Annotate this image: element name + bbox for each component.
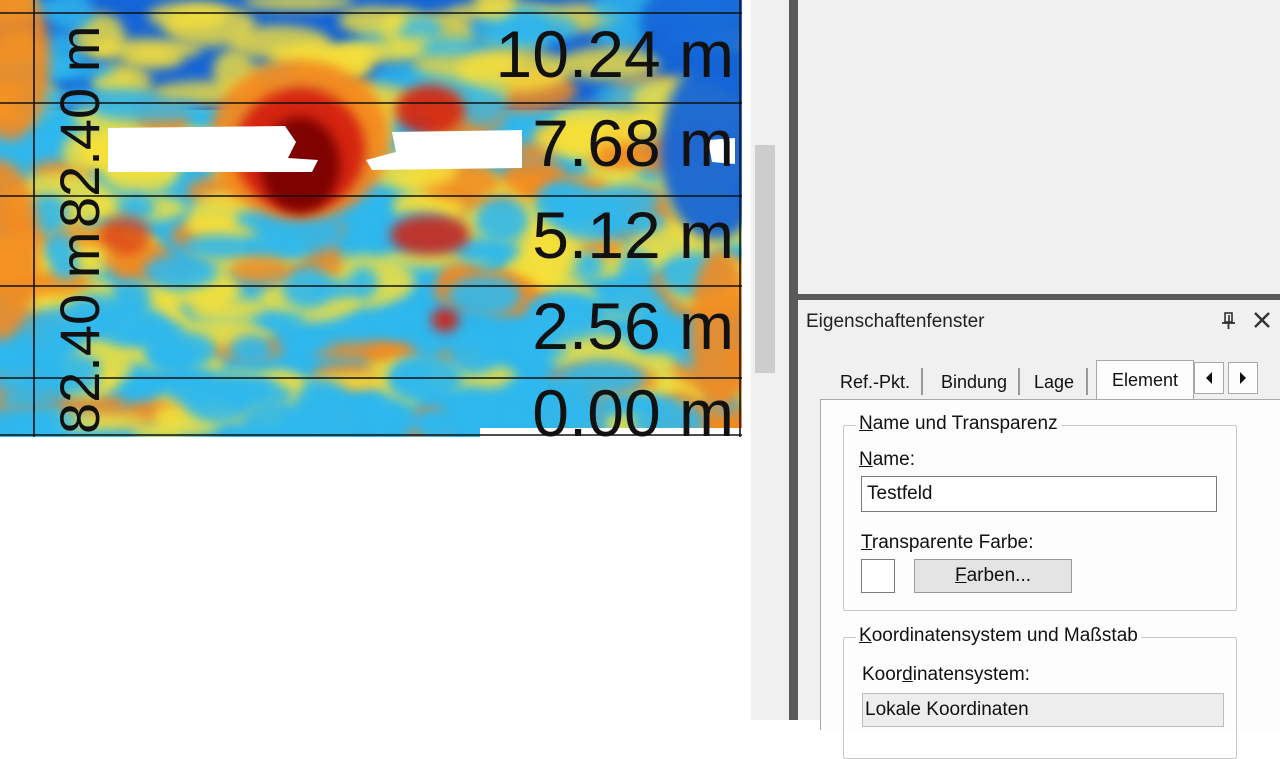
- legend-text: ame und Transparenz: [872, 413, 1058, 434]
- tab-element[interactable]: Element: [1096, 360, 1194, 401]
- arrow-right-icon: [1240, 372, 1246, 384]
- colors-button[interactable]: Farben...: [914, 559, 1072, 593]
- scale-label: 5.12 m: [532, 198, 734, 272]
- scale-label: 10.24 m: [496, 17, 734, 91]
- group-legend: Koordinatensystem und Maßstab: [856, 625, 1141, 647]
- white-mask-right: [366, 130, 522, 170]
- transparent-color-label: Transparente Farbe:: [861, 532, 1034, 554]
- legend-mnemonic: K: [859, 625, 872, 646]
- name-input[interactable]: [861, 476, 1217, 512]
- scale-label: 7.68 m: [532, 106, 734, 180]
- label-mnemonic: T: [861, 532, 872, 553]
- tab-separator: [921, 368, 923, 395]
- name-label: Name:: [859, 449, 915, 471]
- tab-content-element: Name und Transparenz Name: Transparente …: [820, 399, 1280, 759]
- vertical-scrollbar[interactable]: [751, 0, 779, 720]
- tab-separator: [1086, 368, 1088, 395]
- white-mask-left: [108, 126, 318, 172]
- vertical-splitter[interactable]: [789, 0, 798, 720]
- legend-mnemonic: N: [859, 413, 873, 434]
- label-mnemonic: d: [902, 664, 913, 685]
- label-text: ame:: [872, 449, 915, 470]
- arrow-left-icon: [1206, 372, 1212, 384]
- vertical-scale-label: 82.40 m: [48, 232, 111, 434]
- label-mnemonic: N: [859, 449, 873, 470]
- tab-scroll-right[interactable]: [1228, 362, 1258, 394]
- survey-map[interactable]: 10.24 m 7.68 m 5.12 m 2.56 m 0.00 m 82.4…: [0, 0, 742, 437]
- tab-ref-pkt[interactable]: Ref.-Pkt.: [832, 368, 918, 396]
- map-overlay: 10.24 m 7.68 m 5.12 m 2.56 m 0.00 m 82.4…: [0, 0, 742, 437]
- label-text: Koor: [862, 664, 903, 685]
- scale-label: 2.56 m: [532, 289, 734, 363]
- button-text: arben...: [966, 565, 1032, 586]
- coordinate-system-label: Koordinatensystem:: [862, 664, 1030, 686]
- transparent-color-swatch[interactable]: [861, 559, 895, 593]
- legend-text: oordinatensystem und Maßstab: [871, 625, 1138, 646]
- upper-panel: [798, 0, 1280, 294]
- scale-label: 0.00 m: [532, 376, 734, 437]
- coordinate-system-value[interactable]: Lokale Koordinaten: [862, 693, 1224, 727]
- button-mnemonic: F: [954, 565, 967, 586]
- tab-scroll-left[interactable]: [1194, 362, 1224, 394]
- pin-icon[interactable]: [1218, 310, 1240, 332]
- label-text: inatensystem:: [912, 664, 1030, 685]
- panel-title: Eigenschaftenfenster: [806, 311, 985, 332]
- close-icon[interactable]: [1250, 308, 1274, 332]
- tab-lage[interactable]: Lage: [1026, 368, 1082, 396]
- properties-panel: Eigenschaftenfenster Ref.-Pkt. Bindung L…: [798, 300, 1280, 759]
- tab-bindung[interactable]: Bindung: [932, 368, 1016, 396]
- label-text: ransparente Farbe:: [871, 532, 1034, 553]
- vertical-scale-label: 82.40 m: [48, 26, 111, 228]
- group-legend: Name und Transparenz: [856, 413, 1061, 435]
- tab-separator: [1018, 368, 1020, 395]
- scrollbar-thumb[interactable]: [755, 145, 775, 373]
